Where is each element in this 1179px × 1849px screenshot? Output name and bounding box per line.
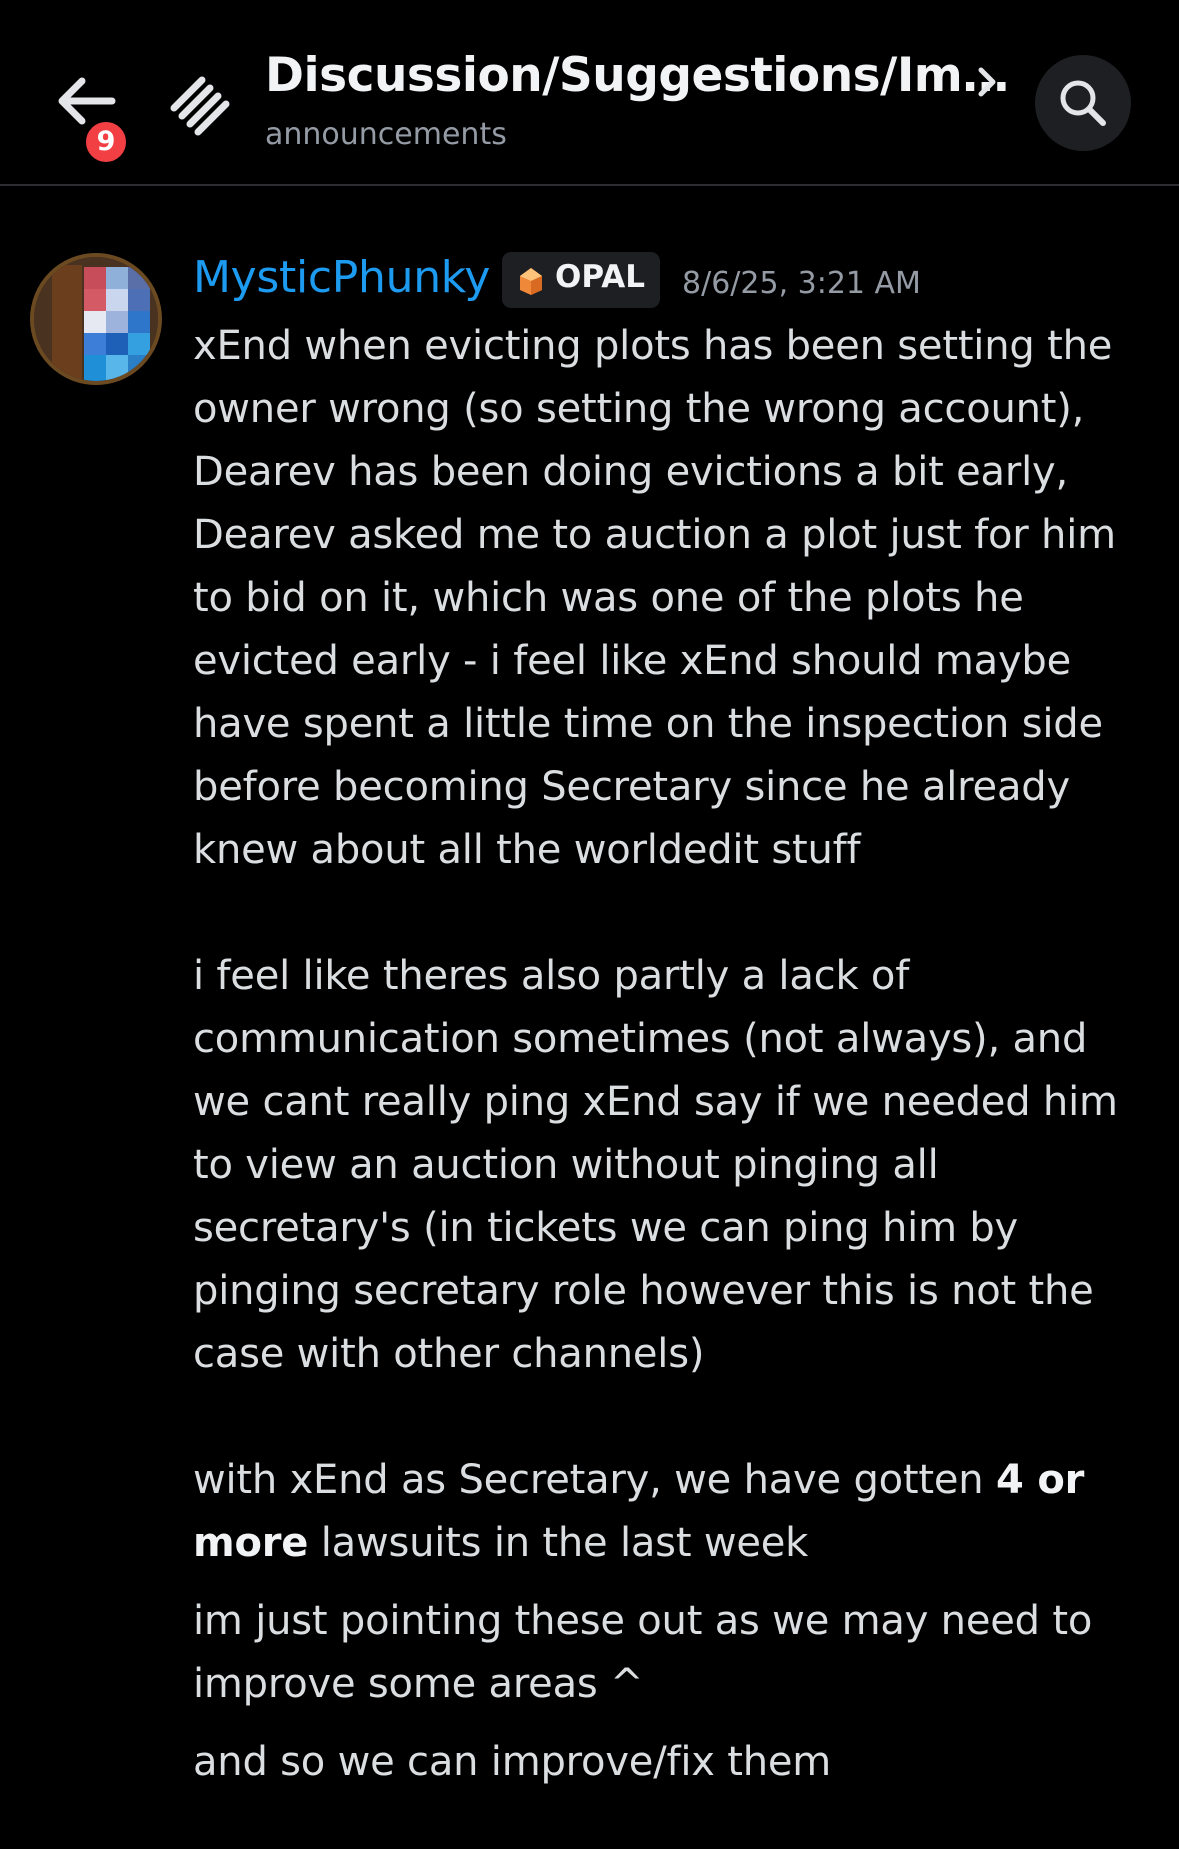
message-line: improve some areas ^	[193, 1661, 644, 1707]
message-line: and so we can improve/fix them	[193, 1739, 832, 1785]
message-line: i feel like theres also partly a lack of	[193, 953, 910, 999]
message-text: with xEnd as Secretary, we have gotten	[193, 1457, 996, 1503]
bold-text: more	[193, 1520, 309, 1566]
notification-badge: 9	[82, 118, 130, 166]
channel-title[interactable]: Discussion/Suggestions/Im…	[265, 48, 1009, 103]
message-line: im just pointing these out as we may nee…	[193, 1598, 1093, 1644]
message-line: case with other channels)	[193, 1331, 705, 1377]
message-line: xEnd when evicting plots has been settin…	[193, 323, 1113, 369]
bold-text: 4 or	[995, 1457, 1085, 1503]
message-line: with xEnd as Secretary, we have gotten 4…	[193, 1449, 1153, 1512]
message-line: before becoming Secretary since he alrea…	[193, 764, 1070, 810]
search-button[interactable]	[1035, 55, 1131, 151]
message-content: xEnd when evicting plots has been settin…	[193, 315, 1153, 1794]
message-line: to bid on it, which was one of the plots…	[193, 575, 1024, 621]
message-line: evicted early - i feel like xEnd should …	[193, 638, 1072, 684]
opal-gem-icon	[520, 268, 542, 295]
server-tag-label: OPAL	[555, 259, 645, 295]
message-timestamp: 8/6/25, 3:21 AM	[682, 266, 921, 301]
message-text: lawsuits in the last week	[308, 1520, 809, 1566]
channel-header: 9 Discussion/Suggestions/Im… announcemen…	[0, 0, 1179, 186]
message-line: to view an auction without pinging all	[193, 1142, 939, 1188]
forum-stack-icon	[168, 68, 240, 140]
message-line: more lawsuits in the last week	[193, 1512, 1153, 1575]
server-tag[interactable]: OPAL	[502, 252, 660, 308]
search-icon	[1060, 80, 1106, 126]
author-username[interactable]: MysticPhunky	[193, 252, 490, 303]
message-line: Dearev asked me to auction a plot just f…	[193, 512, 1116, 558]
message-line: have spent a little time on the inspecti…	[193, 701, 1103, 747]
channel-subtitle[interactable]: announcements	[265, 117, 507, 152]
message-line: pinging secretary role however this is n…	[193, 1268, 1094, 1314]
message-line: communication sometimes (not always), an…	[193, 1016, 1088, 1062]
message-line: owner wrong (so setting the wrong accoun…	[193, 386, 1085, 432]
chevron-right-icon[interactable]	[972, 62, 1002, 102]
message-line: secretary's (in tickets we can ping him …	[193, 1205, 1019, 1251]
message-line: knew about all the worldedit stuff	[193, 827, 861, 873]
avatar[interactable]	[30, 253, 162, 385]
message-line: we cant really ping xEnd say if we neede…	[193, 1079, 1118, 1125]
back-button[interactable]: 9	[48, 66, 130, 166]
message-line: Dearev has been doing evictions a bit ea…	[193, 449, 1068, 495]
